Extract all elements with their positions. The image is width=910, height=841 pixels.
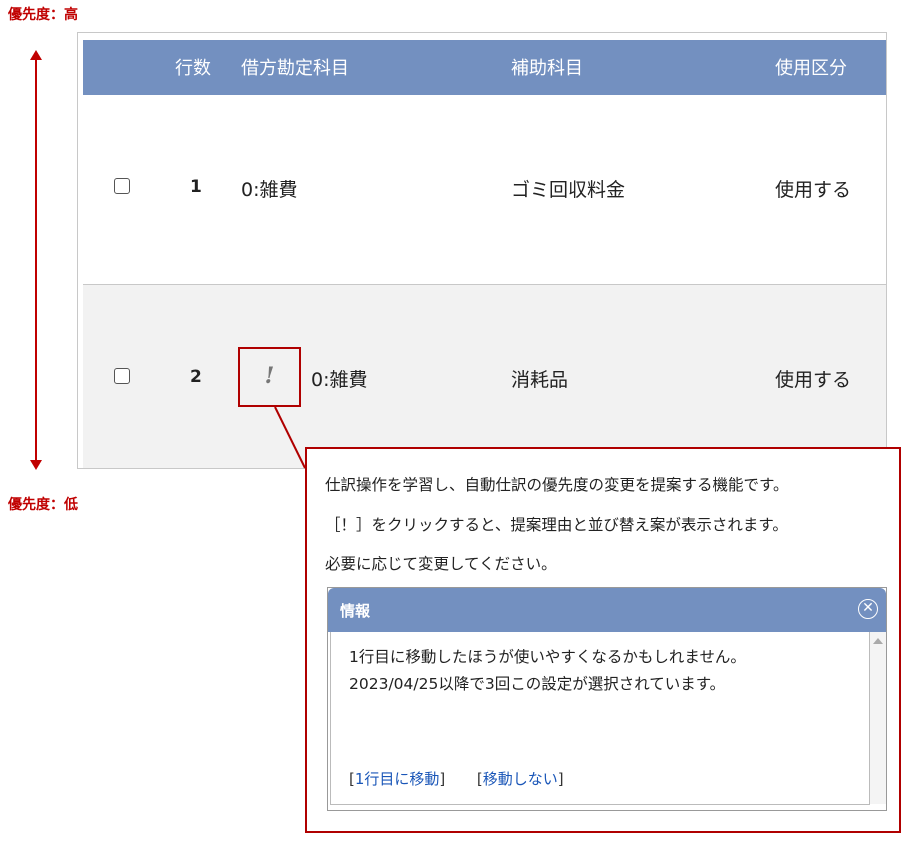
callout-text-3: 必要に応じて変更してください。 <box>325 555 557 573</box>
bracket-close: ] <box>439 770 446 788</box>
info-dialog: 情報 ✕ 1行目に移動したほうが使いやすくなるかもしれません。 2023/04/… <box>327 587 887 811</box>
scroll-up-icon[interactable] <box>873 638 883 644</box>
row-usage: 使用する <box>775 179 852 201</box>
priority-suggestion-button[interactable]: ! <box>238 347 301 407</box>
row-usage: 使用する <box>775 369 852 391</box>
dialog-scrollbar[interactable] <box>870 632 886 804</box>
dialog-message-1: 1行目に移動したほうが使いやすくなるかもしれません。 <box>349 648 746 666</box>
bracket-close: ] <box>557 770 564 788</box>
dialog-header: 情報 ✕ <box>328 588 886 632</box>
dialog-actions: [1行目に移動] [移動しない] <box>349 768 564 789</box>
dialog-title: 情報 <box>340 602 371 620</box>
do-not-move-link[interactable]: 移動しない <box>483 770 558 788</box>
header-line-number: 行数 <box>175 58 211 79</box>
row-debit-account: 0:雑費 <box>241 179 298 201</box>
table-header: 行数 借方勘定科目 補助科目 使用区分 <box>83 40 886 95</box>
header-usage: 使用区分 <box>775 58 847 79</box>
priority-arrow <box>30 50 42 470</box>
priority-high-label: 優先度：高 <box>8 7 78 23</box>
close-icon[interactable]: ✕ <box>858 599 878 619</box>
priority-low-label: 優先度：低 <box>8 497 78 513</box>
callout-text-2: ［！］をクリックすると、提案理由と並び替え案が表示されます。 <box>325 516 788 534</box>
move-to-first-row-link[interactable]: 1行目に移動 <box>355 770 440 788</box>
row-debit-account: 0:雑費 <box>311 369 368 391</box>
row-line-number: 2 <box>190 367 202 387</box>
table-row: 2 ! 0:雑費 消耗品 使用する <box>83 285 886 468</box>
dialog-body: 1行目に移動したほうが使いやすくなるかもしれません。 2023/04/25以降で… <box>330 632 870 805</box>
explanation-callout: 仕訳操作を学習し、自動仕訳の優先度の変更を提案する機能です。 ［！］をクリックす… <box>305 447 901 833</box>
journal-rules-table: 行数 借方勘定科目 補助科目 使用区分 1 0:雑費 ゴミ回収料金 使用する 2… <box>77 32 887 469</box>
row-sub-account: 消耗品 <box>511 369 569 391</box>
header-sub-account: 補助科目 <box>511 58 583 79</box>
row-checkbox[interactable] <box>114 178 130 194</box>
callout-text-1: 仕訳操作を学習し、自動仕訳の優先度の変更を提案する機能です。 <box>325 476 789 494</box>
header-debit-account: 借方勘定科目 <box>241 58 349 79</box>
table-row: 1 0:雑費 ゴミ回収料金 使用する <box>83 95 886 285</box>
dialog-message-2: 2023/04/25以降で3回この設定が選択されています。 <box>349 675 726 693</box>
row-line-number: 1 <box>190 177 202 197</box>
exclamation-icon: ! <box>264 363 275 389</box>
row-sub-account: ゴミ回収料金 <box>511 179 626 201</box>
row-checkbox[interactable] <box>114 368 130 384</box>
